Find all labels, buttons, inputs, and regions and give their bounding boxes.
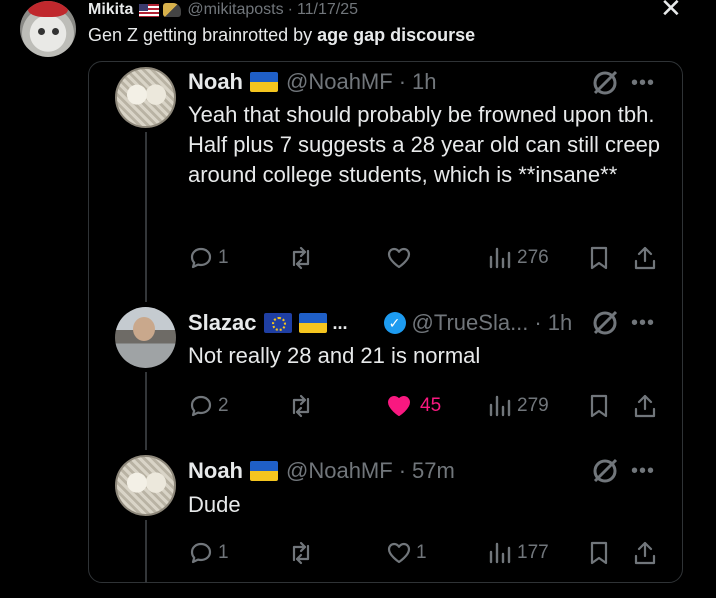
reply-count: 1 xyxy=(218,247,229,268)
views-icon xyxy=(489,542,511,564)
us-flag-icon xyxy=(139,3,160,17)
bookmark-icon xyxy=(590,394,608,418)
more-icon[interactable]: ••• xyxy=(631,312,655,335)
heart-icon xyxy=(387,247,411,269)
reply-count: 2 xyxy=(218,395,229,416)
post-header: Noah @NoahMF · 57m xyxy=(188,456,455,486)
avatar[interactable] xyxy=(115,67,176,128)
share-icon xyxy=(634,394,656,418)
thread-line xyxy=(145,132,147,302)
views-count: 177 xyxy=(517,542,549,563)
post-text: Not really 28 and 21 is normal xyxy=(188,343,481,368)
more-icon[interactable]: ••• xyxy=(631,460,655,483)
ukraine-flag-icon xyxy=(250,72,278,92)
grok-icon[interactable] xyxy=(590,456,620,491)
repost-button[interactable] xyxy=(287,540,315,566)
views-button[interactable]: 279 xyxy=(487,393,549,419)
like-button[interactable] xyxy=(386,245,412,271)
views-count: 276 xyxy=(517,247,549,268)
thread-line xyxy=(145,372,147,450)
outer-avatar[interactable] xyxy=(20,1,76,57)
repost-button[interactable] xyxy=(287,245,315,271)
share-button[interactable] xyxy=(632,245,658,271)
bookmark-icon xyxy=(590,541,608,565)
pin-icon xyxy=(163,3,182,17)
repost-icon xyxy=(292,394,310,418)
views-icon xyxy=(489,247,511,269)
share-icon xyxy=(634,246,656,270)
views-icon xyxy=(489,395,511,417)
post-text: Dude xyxy=(188,492,241,517)
avatar[interactable] xyxy=(115,307,176,368)
outer-header: Mikita @mikitaposts · 11/17/25 xyxy=(88,1,358,19)
eu-flag-icon xyxy=(263,313,292,333)
reply-icon xyxy=(190,542,212,564)
outer-handle[interactable]: @mikitaposts xyxy=(187,1,283,19)
outer-dot: · xyxy=(287,1,293,18)
heart-icon xyxy=(387,542,411,564)
reply-button[interactable]: 1 xyxy=(188,245,229,271)
post-header: Slazac ... ✓ @TrueSla... · 1h xyxy=(188,308,572,338)
reply-icon xyxy=(190,247,212,269)
close-icon[interactable]: ✕ xyxy=(660,0,682,24)
reply-button[interactable]: 2 xyxy=(188,393,229,419)
outer-text: Gen Z getting brainrotted by age gap dis… xyxy=(88,25,475,46)
repost-icon xyxy=(292,541,310,565)
author-name[interactable]: Noah xyxy=(188,458,243,484)
ukraine-flag-icon xyxy=(250,461,278,481)
grok-icon[interactable] xyxy=(590,68,620,103)
post-header: Noah @NoahMF · 1h xyxy=(188,67,437,97)
author-handle[interactable]: @NoahMF xyxy=(286,458,393,484)
name-truncation: ... xyxy=(332,312,348,333)
author-handle[interactable]: @TrueSla... xyxy=(412,310,529,336)
ukraine-flag-icon xyxy=(298,313,327,333)
repost-icon xyxy=(292,246,310,270)
dot-separator: · xyxy=(398,458,407,483)
author-handle[interactable]: @NoahMF xyxy=(286,69,393,95)
bookmark-button[interactable] xyxy=(586,393,612,419)
like-count: 1 xyxy=(416,542,427,563)
heart-icon xyxy=(388,396,410,416)
views-button[interactable]: 177 xyxy=(487,540,549,566)
like-button[interactable]: 1 xyxy=(386,540,427,566)
bookmark-button[interactable] xyxy=(586,245,612,271)
bookmark-button[interactable] xyxy=(586,540,612,566)
grok-icon[interactable] xyxy=(590,308,620,343)
post-time[interactable]: 57m xyxy=(412,458,455,484)
share-button[interactable] xyxy=(632,540,658,566)
outer-name[interactable]: Mikita xyxy=(88,1,133,19)
author-name[interactable]: Slazac xyxy=(188,310,257,336)
repost-button[interactable] xyxy=(287,393,315,419)
outer-text-prefix: Gen Z getting brainrotted by xyxy=(88,25,318,45)
bookmark-icon xyxy=(590,246,608,270)
share-button[interactable] xyxy=(632,393,658,419)
views-count: 279 xyxy=(517,395,549,416)
post-text: Yeah that should probably be frowned upo… xyxy=(188,102,661,187)
author-name[interactable]: Noah xyxy=(188,69,243,95)
more-icon[interactable]: ••• xyxy=(631,72,655,95)
like-count: 45 xyxy=(420,395,442,416)
outer-date[interactable]: 11/17/25 xyxy=(297,1,358,19)
post-time[interactable]: 1h xyxy=(548,310,572,336)
views-button[interactable]: 276 xyxy=(487,245,549,271)
reply-icon xyxy=(190,395,212,417)
dot-separator: · xyxy=(534,310,542,335)
avatar[interactable] xyxy=(115,455,176,516)
dot-separator: · xyxy=(398,69,407,94)
verified-badge-icon[interactable]: ✓ xyxy=(383,312,406,334)
share-icon xyxy=(634,541,656,565)
thread-line xyxy=(145,520,147,583)
reply-count: 1 xyxy=(218,542,229,563)
reply-button[interactable]: 1 xyxy=(188,540,229,566)
like-button[interactable]: 45 xyxy=(386,393,441,419)
outer-text-bold: age gap discourse xyxy=(317,25,476,45)
post-time[interactable]: 1h xyxy=(412,69,436,95)
